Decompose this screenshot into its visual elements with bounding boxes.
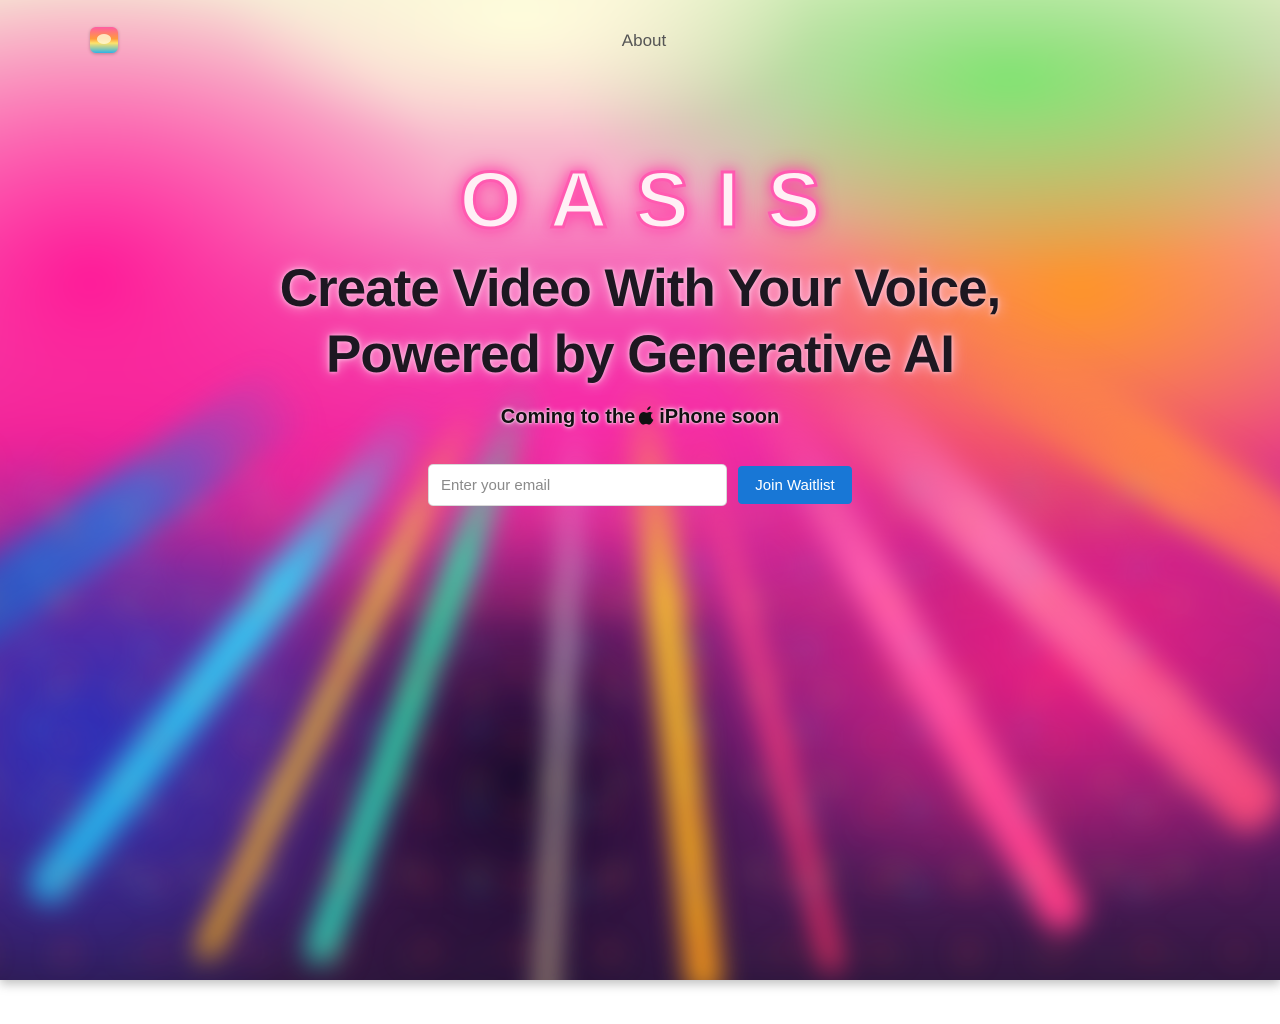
hero-section: About OASIS Create Video With Your Voice…: [0, 0, 1280, 980]
apple-icon: [639, 405, 655, 433]
coming-soon-tagline: Coming to the iPhone soon: [0, 403, 1280, 431]
oasis-logo-icon[interactable]: [90, 27, 118, 53]
tagline-text-after: iPhone soon: [659, 406, 780, 428]
headline-line-1: Create Video With Your Voice,: [279, 259, 1002, 318]
headline-line-2: Powered by Generative AI: [326, 325, 955, 384]
hero-headline: Create Video With Your Voice, Powered by…: [0, 256, 1280, 388]
join-waitlist-button[interactable]: Join Waitlist: [738, 466, 852, 504]
email-field[interactable]: [428, 464, 727, 506]
brand-wordmark: OASIS: [458, 154, 849, 246]
nav-link-about[interactable]: About: [610, 30, 678, 52]
tagline-text-before: Coming to the: [500, 406, 636, 428]
